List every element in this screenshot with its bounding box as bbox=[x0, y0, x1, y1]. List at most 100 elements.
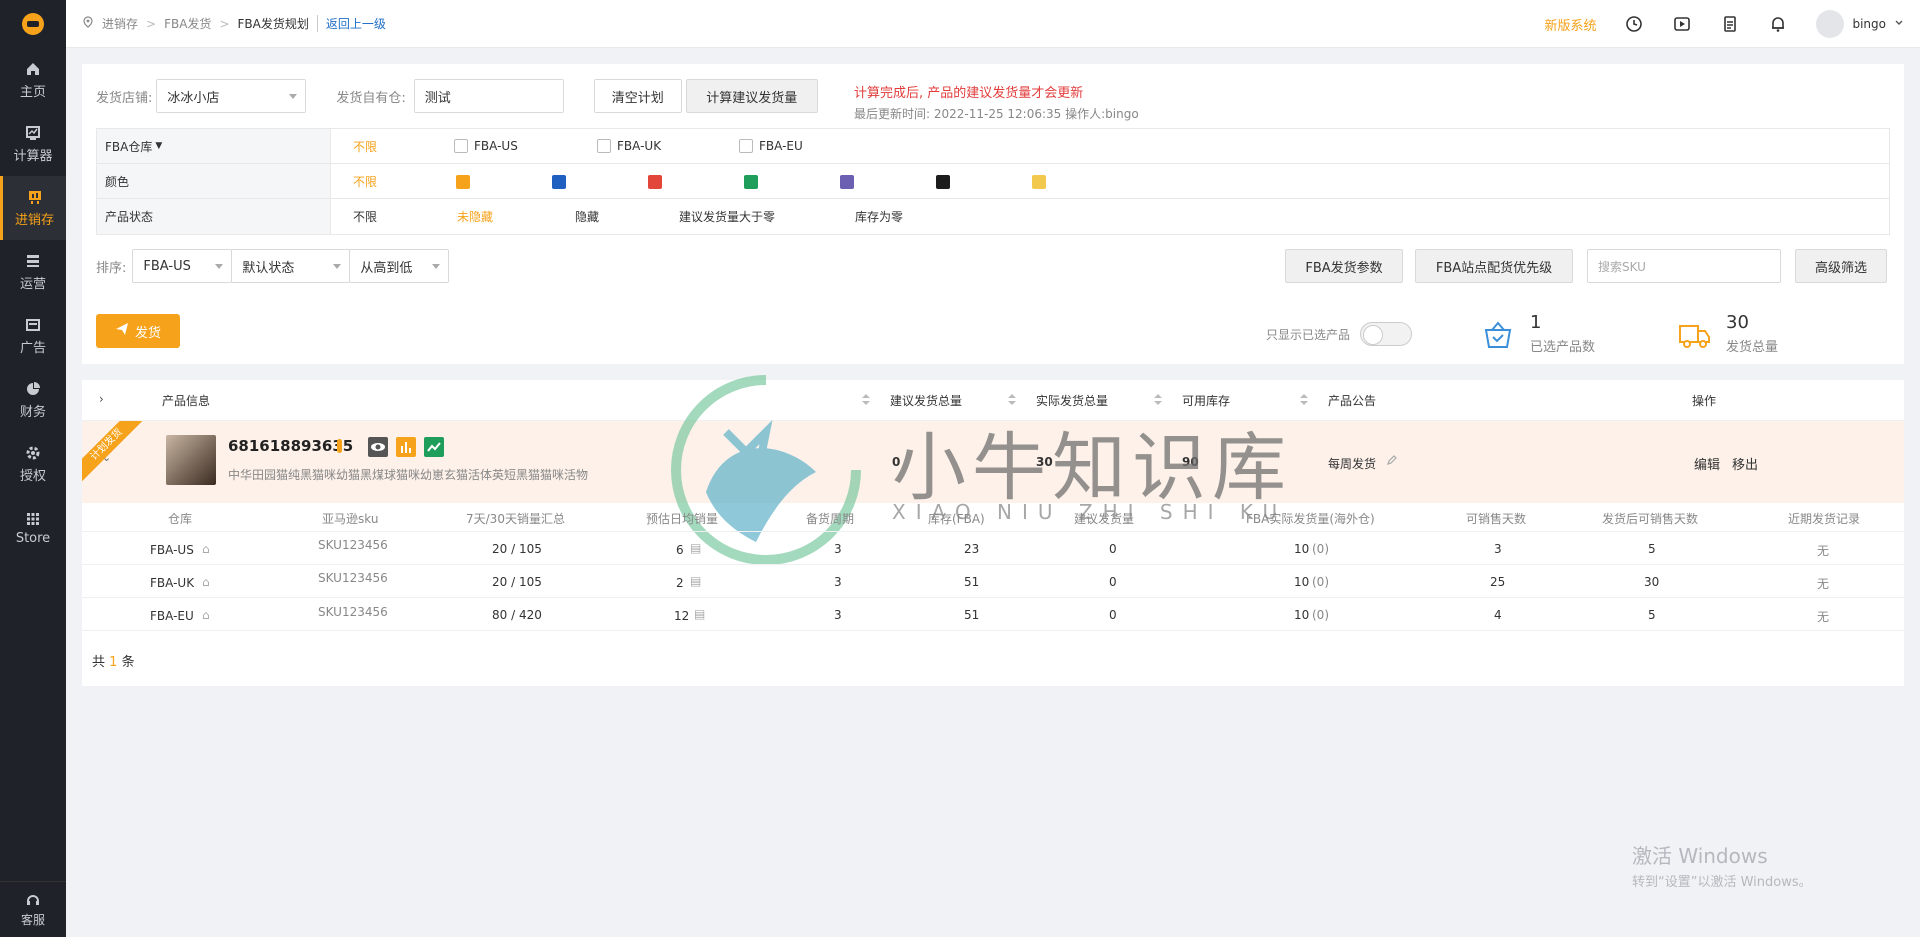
sort-icon[interactable] bbox=[1008, 394, 1016, 406]
flag-icon bbox=[337, 439, 342, 453]
calendar-icon[interactable]: ▤ bbox=[694, 607, 705, 621]
edit-link[interactable]: 编辑 bbox=[1694, 454, 1720, 473]
header-actual-total: 实际发货总量 bbox=[1036, 394, 1109, 408]
actual-paren-value: (0) bbox=[1312, 542, 1329, 556]
warehouse-link[interactable]: FBA-UK bbox=[150, 576, 194, 590]
sidebar-item-calculator[interactable]: 计算器 bbox=[0, 112, 66, 176]
sidebar-item-ads[interactable]: 广告 bbox=[0, 304, 66, 368]
trend-icon[interactable] bbox=[424, 437, 444, 457]
warehouse-link[interactable]: FBA-EU bbox=[150, 609, 194, 623]
product-thumbnail[interactable] bbox=[166, 435, 216, 485]
sidebar-item-home[interactable]: 主页 bbox=[0, 48, 66, 112]
calendar-icon[interactable]: ▤ bbox=[690, 541, 701, 555]
header-suggest-total: 建议发货总量 bbox=[890, 394, 963, 408]
video-icon[interactable] bbox=[1672, 14, 1692, 34]
suggest-value: 0 bbox=[1109, 575, 1117, 589]
ship-button[interactable]: 发货 bbox=[96, 314, 180, 348]
sort-icon[interactable] bbox=[1154, 394, 1162, 406]
color-swatch-orange[interactable] bbox=[456, 175, 470, 189]
recent-value: 无 bbox=[1817, 610, 1830, 624]
shop-select[interactable]: 冰冰小店 bbox=[156, 79, 307, 113]
fba-option-any[interactable]: 不限 bbox=[353, 138, 377, 155]
warehouse-input[interactable]: 测试 bbox=[413, 79, 564, 113]
divider bbox=[82, 531, 1904, 532]
status-option-hidden[interactable]: 隐藏 bbox=[575, 208, 599, 225]
sidebar-item-store[interactable]: Store bbox=[0, 496, 66, 560]
status-option-visible[interactable]: 未隐藏 bbox=[457, 208, 493, 225]
tag-icon[interactable]: ⌂ bbox=[202, 575, 210, 589]
clear-plan-button[interactable]: 清空计划 bbox=[593, 79, 682, 113]
stock-link[interactable]: 51 bbox=[964, 608, 979, 622]
fba-priority-button[interactable]: FBA站点配货优先级 bbox=[1415, 249, 1573, 283]
status-filter-row: 产品状态 不限 未隐藏 隐藏 建议发货量大于零 库存为零 bbox=[97, 199, 1889, 234]
customer-service-label: 客服 bbox=[20, 912, 45, 927]
status-option-any[interactable]: 不限 bbox=[353, 208, 377, 225]
status-option-zero-stock[interactable]: 库存为零 bbox=[855, 208, 903, 225]
calendar-icon[interactable]: ▤ bbox=[690, 574, 701, 588]
fba-option-eu[interactable]: FBA-EU bbox=[739, 139, 803, 154]
sort-order-select[interactable]: 从高到低 bbox=[349, 249, 450, 283]
user-menu[interactable]: bingo bbox=[1816, 10, 1904, 38]
sort-icon[interactable] bbox=[1300, 394, 1308, 406]
warehouse-label: 发货自有仓: bbox=[336, 90, 406, 106]
clock-icon[interactable] bbox=[1624, 14, 1644, 34]
fba-option-us[interactable]: FBA-US bbox=[454, 139, 518, 154]
stock-link[interactable]: 51 bbox=[964, 575, 979, 589]
color-option-any[interactable]: 不限 bbox=[353, 173, 377, 190]
status-option-suggest-positive[interactable]: 建议发货量大于零 bbox=[679, 208, 775, 225]
edit-pencil-icon[interactable] bbox=[1386, 454, 1398, 469]
breadcrumb-item[interactable]: 进销存 bbox=[102, 15, 138, 32]
checkbox[interactable] bbox=[597, 139, 611, 154]
color-swatch-red[interactable] bbox=[648, 175, 662, 189]
breadcrumb-item[interactable]: FBA发货 bbox=[164, 15, 211, 32]
only-selected-toggle[interactable] bbox=[1360, 322, 1412, 346]
sort-label: 排序: bbox=[96, 260, 127, 276]
stock-link[interactable]: 23 bbox=[964, 542, 979, 556]
sort-field-select[interactable]: FBA-US bbox=[132, 249, 233, 283]
customer-service-button[interactable]: 客服 bbox=[0, 881, 66, 937]
sort-state-select[interactable]: 默认状态 bbox=[231, 249, 351, 283]
tag-icon[interactable]: ⌂ bbox=[202, 608, 210, 622]
total-qty-label: 发货总量 bbox=[1726, 340, 1779, 355]
fba-params-button[interactable]: FBA发货参数 bbox=[1285, 249, 1403, 283]
sub-header-sales: 7天/30天销量汇总 bbox=[466, 512, 565, 526]
shop-label: 发货店铺: bbox=[96, 90, 153, 106]
bar-chart-icon[interactable] bbox=[396, 437, 416, 457]
sidebar-item-operations[interactable]: 运营 bbox=[0, 240, 66, 304]
warehouse-link[interactable]: FBA-US bbox=[150, 543, 194, 557]
checkbox[interactable] bbox=[454, 139, 468, 154]
app-logo[interactable] bbox=[0, 0, 66, 48]
remove-link[interactable]: 移出 bbox=[1732, 454, 1758, 473]
eye-icon[interactable] bbox=[368, 437, 388, 457]
new-system-link[interactable]: 新版系统 bbox=[1544, 15, 1596, 34]
fba-option-uk[interactable]: FBA-UK bbox=[597, 139, 661, 154]
total-prefix: 共 bbox=[92, 655, 106, 670]
product-name: 中华田园猫纯黑猫咪幼猫黑煤球猫咪幼崽玄猫活体英短黑猫猫咪活物 bbox=[228, 468, 589, 482]
home-icon bbox=[24, 61, 42, 77]
document-icon[interactable] bbox=[1720, 14, 1740, 34]
checkbox[interactable] bbox=[739, 139, 753, 154]
tag-icon[interactable]: ⌂ bbox=[202, 542, 210, 556]
expand-all-icon[interactable]: › bbox=[99, 392, 104, 406]
color-swatch-yellow[interactable] bbox=[1032, 175, 1046, 189]
color-swatch-black[interactable] bbox=[936, 175, 950, 189]
sidebar-item-authorize[interactable]: 授权 bbox=[0, 432, 66, 496]
caret-down-icon bbox=[289, 94, 298, 99]
notice-value: 每周发货 bbox=[1328, 457, 1377, 471]
sidebar-item-inventory[interactable]: 进销存 bbox=[0, 176, 66, 240]
color-swatch-blue[interactable] bbox=[552, 175, 566, 189]
sidebar-item-finance[interactable]: 财务 bbox=[0, 368, 66, 432]
bell-icon[interactable] bbox=[1768, 14, 1788, 34]
collapse-icon[interactable]: ⌄ bbox=[102, 451, 111, 464]
fba-filter-label[interactable]: FBA仓库 ▼ bbox=[97, 129, 331, 163]
sku-search-input[interactable]: 搜索SKU bbox=[1587, 249, 1781, 283]
total-qty: 30 bbox=[1726, 312, 1749, 333]
color-swatch-purple[interactable] bbox=[840, 175, 854, 189]
daily-value: 2 bbox=[676, 576, 684, 590]
store-icon bbox=[24, 511, 42, 527]
advanced-filter-button[interactable]: 高级筛选 bbox=[1795, 249, 1887, 283]
calc-suggest-button[interactable]: 计算建议发货量 bbox=[685, 79, 818, 113]
color-swatch-green[interactable] bbox=[744, 175, 758, 189]
back-link[interactable]: 返回上一级 bbox=[316, 15, 386, 32]
actual-paren-value: (0) bbox=[1312, 608, 1329, 622]
